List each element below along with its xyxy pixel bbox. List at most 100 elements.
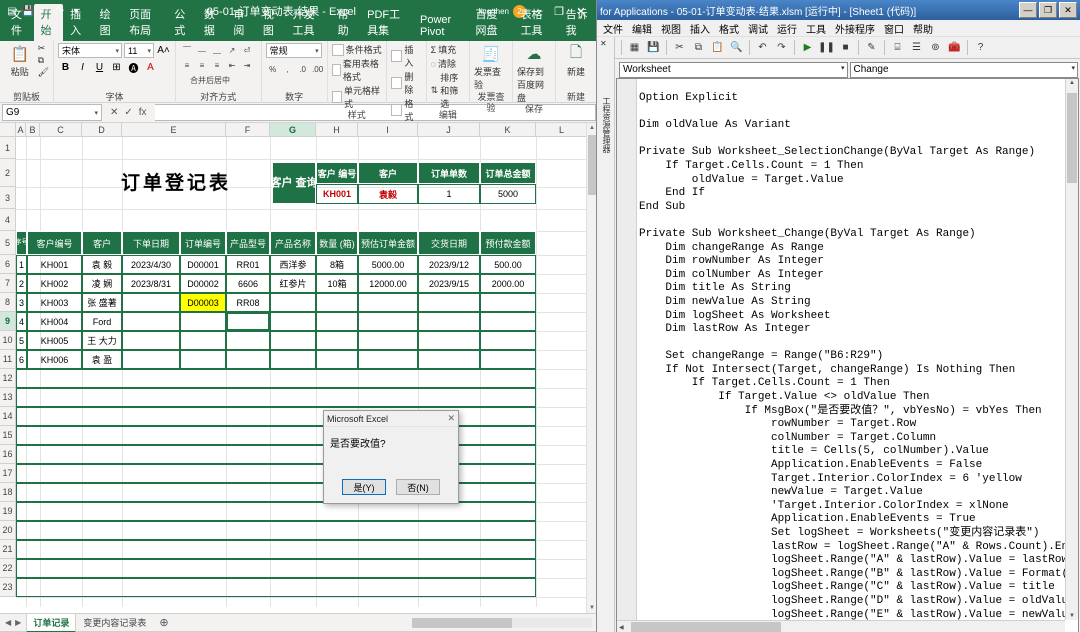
table-row[interactable]	[316, 350, 358, 369]
comma-style-icon[interactable]: ,	[281, 62, 295, 76]
align-top-icon[interactable]: ⎺	[180, 43, 194, 57]
table-row[interactable]: KH005	[27, 331, 82, 350]
table-row[interactable]: D00002	[180, 274, 226, 293]
code-editor[interactable]: Option Explicit Dim oldValue As Variant …	[616, 78, 1079, 632]
object-browser-icon[interactable]: ⊚	[927, 39, 944, 56]
table-row[interactable]	[418, 312, 480, 331]
table-row[interactable]: 2023/4/30	[122, 255, 180, 274]
new-button[interactable]: 🗋 新建	[560, 43, 592, 78]
ribbon-tab-pdf-tools[interactable]: PDF工具集	[360, 4, 413, 41]
table-row[interactable]	[16, 369, 536, 388]
ribbon-tab-developer[interactable]: 开发工具	[285, 4, 330, 41]
table-row[interactable]: 2	[16, 274, 27, 293]
format-cells-button[interactable]: 格式	[390, 97, 422, 123]
table-row[interactable]: KH003	[27, 293, 82, 312]
enter-icon[interactable]: ✓	[124, 107, 132, 118]
scroll-down-icon[interactable]: ▼	[1069, 613, 1075, 619]
table-row[interactable]: 6606	[226, 274, 270, 293]
code-vscroll-thumb[interactable]	[1067, 93, 1077, 183]
row-header-20[interactable]: 20	[0, 521, 15, 540]
col-header-H[interactable]: H	[316, 123, 358, 136]
table-row[interactable]: 2023/8/31	[122, 274, 180, 293]
align-left-icon[interactable]: ≡	[180, 58, 194, 72]
code-vertical-scrollbar[interactable]: ▲ ▼	[1065, 79, 1078, 620]
conditional-format-button[interactable]: 条件格式	[331, 43, 382, 56]
vbe-menu-insert[interactable]: 插入	[686, 20, 714, 37]
sheet-nav-arrows[interactable]: ◀ ▶	[0, 618, 26, 627]
number-format-select[interactable]: 常规	[265, 43, 322, 58]
ribbon-tab-table-tools[interactable]: 表格工具	[514, 4, 559, 41]
table-row[interactable]: 张 盛著	[82, 293, 122, 312]
table-row[interactable]: 袁 盈	[82, 350, 122, 369]
table-row[interactable]	[358, 350, 418, 369]
row-header-11[interactable]: 11	[0, 350, 15, 369]
col-header-I[interactable]: I	[358, 123, 418, 136]
row-header-12[interactable]: 12	[0, 369, 15, 388]
table-row[interactable]: 2023/9/12	[418, 255, 480, 274]
table-row[interactable]	[180, 312, 226, 331]
hscroll-thumb[interactable]	[412, 617, 512, 628]
table-row[interactable]	[316, 331, 358, 350]
next-sheet-icon[interactable]: ▶	[15, 618, 21, 627]
insert-icon[interactable]: ▦	[626, 39, 643, 56]
table-row[interactable]: KH006	[27, 350, 82, 369]
table-row[interactable]: 2023/9/15	[418, 274, 480, 293]
sheet-tab-orders[interactable]: 订单记录	[26, 612, 77, 632]
borders-icon[interactable]: ⊞	[109, 60, 124, 75]
vbe-menu-file[interactable]: 文件	[599, 20, 627, 37]
customize-qat-icon[interactable]: ▾	[68, 3, 84, 19]
project-explorer-icon[interactable]: ⌸	[889, 39, 906, 56]
project-explorer-strip[interactable]: ✕ 工程资源管理器	[597, 37, 615, 632]
underline-button[interactable]: U	[92, 60, 107, 75]
invoice-verify-button[interactable]: 🧾 发票查验	[474, 43, 508, 91]
row-header-10[interactable]: 10	[0, 331, 15, 350]
cell-styles-button[interactable]: 单元格样式	[331, 84, 382, 110]
vbe-menu-edit[interactable]: 编辑	[628, 20, 656, 37]
autosum-button[interactable]: Σ 填充	[431, 43, 457, 56]
table-row[interactable]	[270, 312, 316, 331]
function-icon[interactable]: fx	[139, 107, 147, 118]
undo-icon[interactable]: ↶	[36, 3, 52, 19]
table-row[interactable]	[418, 331, 480, 350]
merge-center-button[interactable]: 合并后居中	[180, 73, 240, 87]
ribbon-tab-help[interactable]: 帮助	[331, 4, 361, 41]
insert-cells-button[interactable]: 插入	[390, 43, 422, 69]
vba-code[interactable]: Option Explicit Dim oldValue As Variant …	[639, 92, 1078, 632]
ribbon-tab-formulas[interactable]: 公式	[167, 4, 197, 41]
table-row[interactable]: 袁 毅	[82, 255, 122, 274]
save-to-netdisk-button[interactable]: ☁ 保存到百度网盘	[517, 43, 551, 104]
vbe-menu-view[interactable]: 视图	[657, 20, 685, 37]
object-select[interactable]: Worksheet	[619, 61, 848, 78]
col-header-D[interactable]: D	[82, 123, 122, 136]
table-row[interactable]	[358, 312, 418, 331]
vbe-menu-format[interactable]: 格式	[715, 20, 743, 37]
no-button[interactable]: 否(N)	[396, 479, 440, 495]
table-row[interactable]	[480, 312, 536, 331]
table-row[interactable]	[358, 331, 418, 350]
table-row[interactable]: 西洋参	[270, 255, 316, 274]
vbe-menu-help[interactable]: 帮助	[909, 20, 937, 37]
vbe-menu-window[interactable]: 窗口	[880, 20, 908, 37]
table-row[interactable]	[226, 331, 270, 350]
table-row[interactable]	[122, 331, 180, 350]
run-icon[interactable]: ▶	[799, 39, 816, 56]
align-right-icon[interactable]: ≡	[210, 58, 224, 72]
col-header-A[interactable]: A	[16, 123, 26, 136]
row-header-22[interactable]: 22	[0, 559, 15, 578]
row-header-18[interactable]: 18	[0, 483, 15, 502]
row-header-13[interactable]: 13	[0, 388, 15, 407]
toolbox-icon[interactable]: 🧰	[946, 39, 963, 56]
minimize-icon[interactable]: —	[1019, 2, 1037, 18]
code-horizontal-scrollbar[interactable]: ◀	[617, 620, 1065, 632]
col-header-B[interactable]: B	[26, 123, 40, 136]
clear-button[interactable]: ◌ 清除	[431, 57, 456, 70]
name-box[interactable]: G9	[2, 104, 102, 121]
cut-icon[interactable]: ✂	[671, 39, 688, 56]
table-row[interactable]	[180, 350, 226, 369]
table-row[interactable]: 6	[16, 350, 27, 369]
vbe-menu-addins[interactable]: 外接程序	[831, 20, 879, 37]
ribbon-tab-view[interactable]: 视图	[256, 4, 286, 41]
sort-filter-button[interactable]: ⇅ 排序和筛选	[431, 71, 465, 110]
scroll-up-icon[interactable]: ▲	[588, 123, 596, 133]
row-header-8[interactable]: 8	[0, 293, 15, 312]
